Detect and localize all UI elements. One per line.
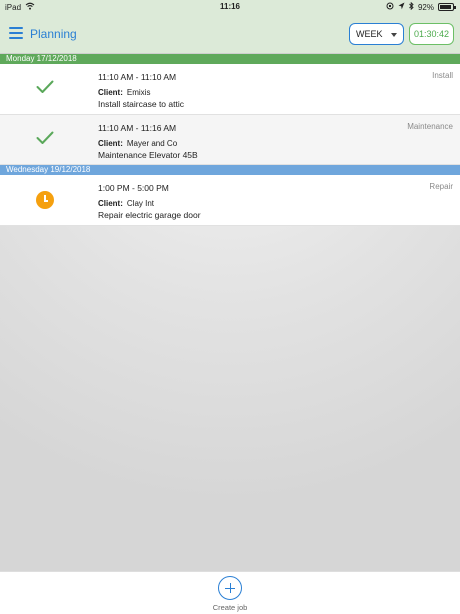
job-time: 1:00 PM - 5:00 PM [98, 183, 169, 193]
job-client: Client: Emixis [98, 88, 150, 97]
orientation-lock-icon [386, 2, 394, 12]
battery-percent: 92% [417, 2, 434, 12]
timer-button[interactable]: 01:30:42 [409, 23, 454, 45]
add-job-button[interactable] [218, 576, 242, 600]
job-type: Install [432, 71, 453, 80]
job-description: Install staircase to attic [98, 99, 184, 109]
job-row[interactable]: 11:10 AM - 11:10 AM Client: Emixis Instal… [0, 64, 460, 115]
bluetooth-icon [409, 1, 414, 12]
client-name: Mayer and Co [126, 139, 178, 148]
app-header: Planning WEEK 01:30:42 [0, 14, 460, 54]
battery-level [440, 5, 452, 9]
menu-icon[interactable] [9, 27, 23, 39]
job-row[interactable]: 1:00 PM - 5:00 PM Client: Clay Int Repair… [0, 175, 460, 226]
footer-bar: Create job [0, 571, 460, 614]
clock-icon [36, 191, 54, 209]
check-icon [36, 80, 54, 99]
job-description: Repair electric garage door [98, 210, 201, 220]
job-time: 11:10 AM - 11:16 AM [98, 123, 177, 133]
job-time: 11:10 AM - 11:10 AM [98, 72, 177, 82]
day-header: Wednesday 19/12/2018 [0, 165, 460, 175]
job-row[interactable]: 11:10 AM - 11:16 AM Client: Mayer and Co … [0, 115, 460, 165]
client-label: Client: [98, 88, 123, 97]
client-name: Clay Int [126, 199, 155, 208]
client-name: Emixis [126, 88, 151, 97]
job-client: Client: Mayer and Co [98, 139, 177, 148]
create-job-label[interactable]: Create job [0, 603, 460, 612]
chevron-down-icon [391, 33, 397, 37]
page-title: Planning [30, 27, 77, 41]
client-label: Client: [98, 199, 123, 208]
job-client: Client: Clay Int [98, 199, 154, 208]
view-select[interactable]: WEEK [349, 23, 404, 45]
check-icon [36, 131, 54, 150]
job-type: Repair [429, 182, 453, 191]
job-description: Maintenance Elevator 45B [98, 150, 198, 160]
battery-icon [438, 3, 456, 11]
job-type: Maintenance [407, 122, 453, 131]
client-label: Client: [98, 139, 123, 148]
day-header: Monday 17/12/2018 [0, 54, 460, 64]
location-icon [398, 2, 405, 12]
view-select-value: WEEK [356, 29, 383, 39]
status-bar: iPad 11:16 92% [0, 0, 460, 14]
